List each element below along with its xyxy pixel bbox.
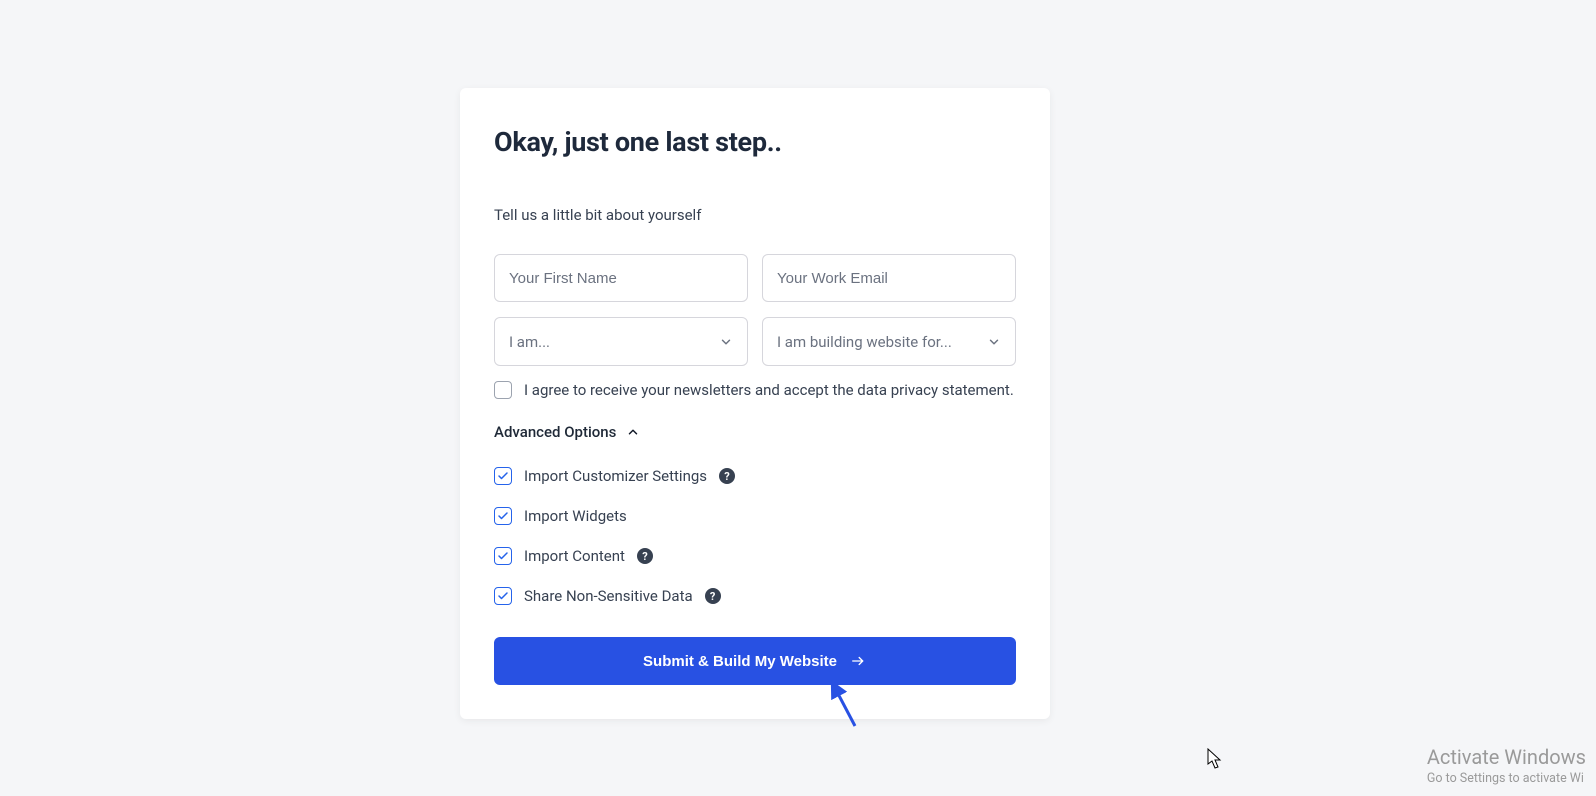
watermark-title: Activate Windows [1427,745,1586,769]
role-select[interactable]: I am... [494,317,748,366]
submit-button[interactable]: Submit & Build My Website [494,637,1016,685]
page-subtitle: Tell us a little bit about yourself [494,206,1016,224]
option-import-content: Import Content ? [494,547,1016,565]
chevron-down-icon [719,335,733,349]
import-content-checkbox[interactable] [494,547,512,565]
consent-checkbox[interactable] [494,381,512,399]
option-import-customizer: Import Customizer Settings ? [494,467,1016,485]
cursor-icon [1207,748,1223,770]
help-icon[interactable]: ? [637,548,653,564]
page-title: Okay, just one last step.. [494,126,1016,158]
role-select-label: I am... [509,333,550,351]
consent-row: I agree to receive your newsletters and … [494,381,1016,399]
submit-button-label: Submit & Build My Website [643,653,837,670]
consent-text: I agree to receive your newsletters and … [524,381,1014,399]
import-customizer-checkbox[interactable] [494,467,512,485]
option-label: Share Non-Sensitive Data [524,587,693,605]
option-import-widgets: Import Widgets [494,507,1016,525]
share-data-checkbox[interactable] [494,587,512,605]
first-name-input[interactable] [494,254,748,302]
building-for-select[interactable]: I am building website for... [762,317,1016,366]
chevron-up-icon [626,425,640,439]
option-share-data: Share Non-Sensitive Data ? [494,587,1016,605]
arrow-right-icon [849,654,867,668]
onboarding-card: Okay, just one last step.. Tell us a lit… [460,88,1050,719]
chevron-down-icon [987,335,1001,349]
help-icon[interactable]: ? [719,468,735,484]
option-label: Import Widgets [524,507,627,525]
help-icon[interactable]: ? [705,588,721,604]
option-label: Import Customizer Settings [524,467,707,485]
watermark-subtitle: Go to Settings to activate Wi [1427,771,1586,786]
advanced-options-toggle[interactable]: Advanced Options [494,423,1016,441]
option-label: Import Content [524,547,625,565]
import-widgets-checkbox[interactable] [494,507,512,525]
work-email-input[interactable] [762,254,1016,302]
windows-watermark: Activate Windows Go to Settings to activ… [1427,745,1586,786]
select-row: I am... I am building website for... [494,317,1016,366]
name-email-row [494,254,1016,302]
advanced-options-label: Advanced Options [494,423,616,441]
building-for-label: I am building website for... [777,333,952,351]
